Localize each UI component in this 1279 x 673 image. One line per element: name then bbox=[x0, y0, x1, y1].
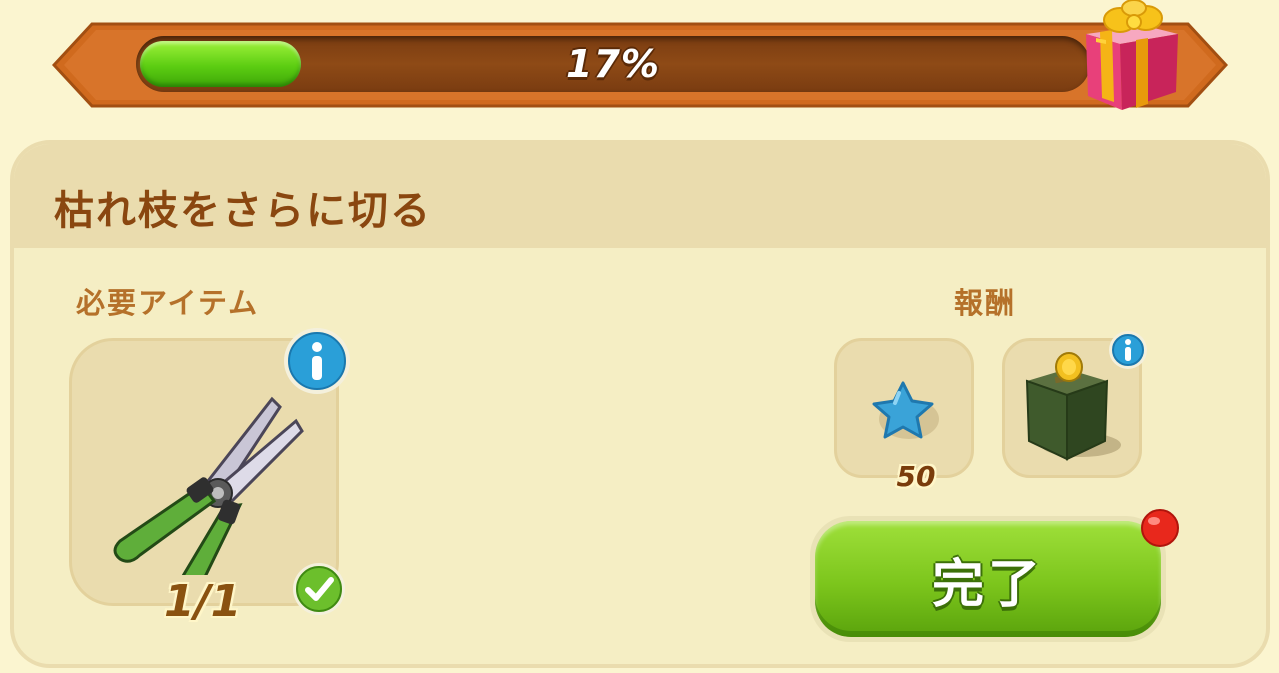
notification-dot-icon bbox=[1141, 509, 1179, 547]
required-items-label: 必要アイテム bbox=[76, 286, 260, 320]
pruning-shears-icon bbox=[113, 396, 304, 575]
blue-star-icon bbox=[872, 381, 939, 439]
progress-track: 17% bbox=[136, 36, 1090, 92]
required-item-count: 1/1 bbox=[164, 576, 242, 627]
task-panel: 枯れ枝をさらに切る 必要アイテム 報酬 1/1 50 完了 bbox=[10, 140, 1270, 668]
reward-info-icon[interactable] bbox=[1108, 330, 1148, 370]
progress-percent: 17% bbox=[566, 42, 660, 86]
gift-box-icon[interactable] bbox=[1080, 0, 1184, 110]
info-icon[interactable] bbox=[282, 326, 352, 396]
progress-bar: 17% bbox=[52, 22, 1228, 108]
task-title: 枯れ枝をさらに切る bbox=[54, 188, 432, 234]
reward-card-star[interactable] bbox=[834, 338, 974, 478]
complete-button-face[interactable]: 完了 bbox=[815, 521, 1161, 637]
rewards-label: 報酬 bbox=[954, 286, 1017, 320]
checkmark-icon bbox=[293, 563, 345, 615]
complete-button[interactable]: 完了 bbox=[810, 516, 1166, 642]
complete-button-label: 完了 bbox=[931, 554, 1044, 615]
task-header: 枯れ枝をさらに切る bbox=[14, 144, 1266, 248]
reward-star-amount: 50 bbox=[896, 460, 936, 493]
